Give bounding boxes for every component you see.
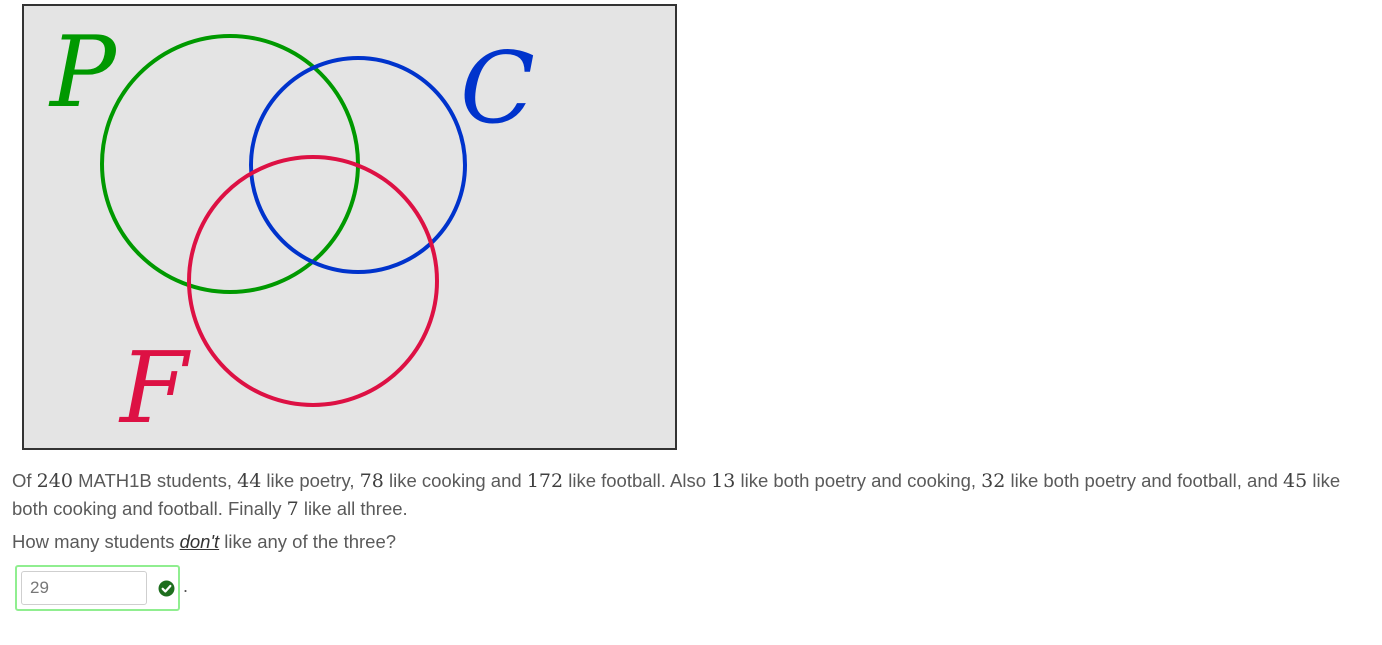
prompt-text: like any of the three? <box>219 531 397 552</box>
prompt-emphasis: don't <box>179 531 220 552</box>
poetry-football-number: 32 <box>981 470 1006 492</box>
set-p-label: P <box>48 16 118 130</box>
all-three-number: 7 <box>286 498 299 520</box>
cooking-football-number: 45 <box>1283 470 1308 492</box>
poetry-cooking-number: 13 <box>711 470 736 492</box>
answer-input[interactable] <box>21 571 147 605</box>
statement-text: like both poetry and cooking, <box>735 470 982 491</box>
question-text: Of 240 MATH1B students, 44 like poetry, … <box>12 467 1372 556</box>
poetry-number: 44 <box>237 470 262 492</box>
statement-text: like cooking and <box>383 470 527 491</box>
statement-text: like both poetry and football, and <box>1005 470 1284 491</box>
answer-field-wrapper <box>15 565 180 611</box>
statement-text: like football. Also <box>563 470 712 491</box>
check-circle-icon <box>158 580 175 597</box>
statement-text: like all three. <box>298 498 408 519</box>
football-number: 172 <box>526 470 564 492</box>
question-statement: Of 240 MATH1B students, 44 like poetry, … <box>12 467 1372 523</box>
set-f-label: F <box>118 332 191 446</box>
statement-text: MATH1B students, <box>72 470 238 491</box>
prompt-text: How many students <box>12 531 180 552</box>
statement-text: Of <box>12 470 37 491</box>
question-prompt: How many students don't like any of the … <box>12 528 1372 556</box>
set-c-label: C <box>460 32 535 146</box>
total-students-number: 240 <box>36 470 73 492</box>
venn-diagram: P C F <box>22 4 677 450</box>
statement-text: like poetry, <box>261 470 360 491</box>
trailing-period: . <box>183 576 189 596</box>
cooking-number: 78 <box>359 470 384 492</box>
